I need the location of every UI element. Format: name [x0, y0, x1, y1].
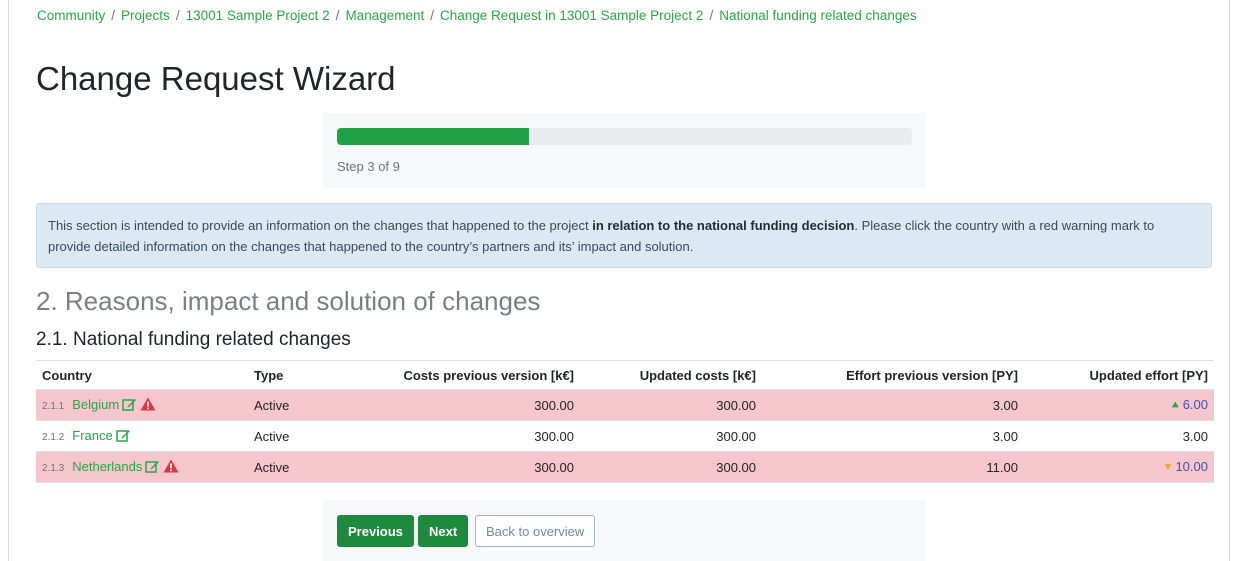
breadcrumb-project[interactable]: 13001 Sample Project 2 — [186, 8, 330, 23]
effort-updated-cell: 3.00 — [1024, 420, 1214, 452]
previous-button[interactable]: Previous — [337, 515, 414, 547]
breadcrumb-separator: / — [175, 8, 180, 23]
header-costs-updated: Updated costs [k€] — [580, 360, 762, 390]
section-title: 2. Reasons, impact and solution of chang… — [36, 286, 541, 316]
breadcrumb-separator: / — [111, 8, 116, 23]
type-cell: Active — [248, 451, 358, 483]
step-indicator: Step 3 of 9 — [337, 159, 400, 174]
edit-icon[interactable] — [122, 397, 137, 414]
costs-updated-cell: 300.00 — [580, 420, 762, 452]
breadcrumb: Community / Projects / 13001 Sample Project … — [37, 8, 917, 23]
progress-bar — [337, 128, 912, 145]
breadcrumb-separator: / — [709, 8, 714, 23]
wizard-navigation: Previous Next Back to overview — [323, 500, 926, 561]
breadcrumb-separator: / — [335, 8, 340, 23]
breadcrumb-projects[interactable]: Projects — [121, 8, 170, 23]
row-index: 2.1.2 — [42, 431, 65, 443]
country-cell: 2.1.2 France — [36, 420, 248, 452]
header-effort-previous: Effort previous version [PY] — [762, 360, 1024, 390]
sub-section-title: 2.1. National funding related changes — [36, 329, 351, 350]
back-to-overview-button[interactable]: Back to overview — [475, 515, 596, 547]
header-costs-previous: Costs previous version [k€] — [358, 360, 580, 390]
warning-icon[interactable] — [163, 459, 179, 476]
header-country: Country — [36, 360, 248, 390]
country-link-netherlands[interactable]: Netherlands — [72, 459, 142, 474]
effort-updated-value: 10.00 — [1175, 459, 1208, 474]
national-funding-table: Country Type Costs previous version [k€]… — [36, 360, 1214, 483]
double-chevron-up-icon: ⯅ — [1170, 400, 1180, 412]
effort-updated-cell: ⯅ 6.00 — [1024, 389, 1214, 421]
type-cell: Active — [248, 420, 358, 452]
country-link-france[interactable]: France — [72, 428, 112, 443]
right-frame-border — [1229, 0, 1230, 561]
info-text: This section is intended to provide an i… — [48, 218, 593, 233]
breadcrumb-current: National funding related changes — [719, 8, 917, 23]
country-cell: 2.1.1 Belgium — [36, 389, 248, 421]
info-emphasis: in relation to the national funding deci… — [592, 218, 855, 233]
table-row: 2.1.3 Netherlands Active 300.00 300.00 11… — [36, 451, 1214, 483]
breadcrumb-change-request[interactable]: Change Request in 13001 Sample Project 2 — [440, 8, 703, 23]
table-header-row: Country Type Costs previous version [k€]… — [36, 360, 1214, 390]
costs-previous-cell: 300.00 — [358, 451, 580, 483]
breadcrumb-management[interactable]: Management — [345, 8, 424, 23]
effort-previous-cell: 3.00 — [762, 420, 1024, 452]
warning-icon[interactable] — [140, 397, 156, 414]
progress-bar-fill — [337, 128, 529, 145]
country-cell: 2.1.3 Netherlands — [36, 451, 248, 483]
type-cell: Active — [248, 389, 358, 421]
table-row: 2.1.1 Belgium Active 300.00 300.00 3.00 ⯅… — [36, 389, 1214, 421]
breadcrumb-community[interactable]: Community — [37, 8, 105, 23]
header-type: Type — [248, 360, 358, 390]
costs-updated-cell: 300.00 — [580, 451, 762, 483]
header-effort-updated: Updated effort [PY] — [1024, 360, 1214, 390]
row-index: 2.1.1 — [42, 400, 65, 412]
breadcrumb-separator: / — [430, 8, 435, 23]
progress-card: Step 3 of 9 — [323, 113, 926, 188]
info-alert: This section is intended to provide an i… — [36, 203, 1212, 268]
country-link-belgium[interactable]: Belgium — [72, 397, 119, 412]
edit-icon[interactable] — [115, 428, 131, 445]
edit-icon[interactable] — [145, 459, 160, 476]
left-frame-border — [8, 0, 9, 561]
effort-updated-cell: ⯆ 10.00 — [1024, 451, 1214, 483]
next-button[interactable]: Next — [418, 515, 469, 547]
table-row: 2.1.2 France Active 300.00 300.00 3.00 3.… — [36, 420, 1214, 452]
row-index: 2.1.3 — [42, 462, 65, 474]
page-title: Change Request Wizard — [36, 60, 396, 97]
effort-previous-cell: 3.00 — [762, 389, 1024, 421]
effort-updated-value: 6.00 — [1182, 397, 1208, 412]
double-chevron-down-icon: ⯆ — [1163, 462, 1173, 474]
effort-previous-cell: 11.00 — [762, 451, 1024, 483]
costs-previous-cell: 300.00 — [358, 420, 580, 452]
costs-updated-cell: 300.00 — [580, 389, 762, 421]
costs-previous-cell: 300.00 — [358, 389, 580, 421]
